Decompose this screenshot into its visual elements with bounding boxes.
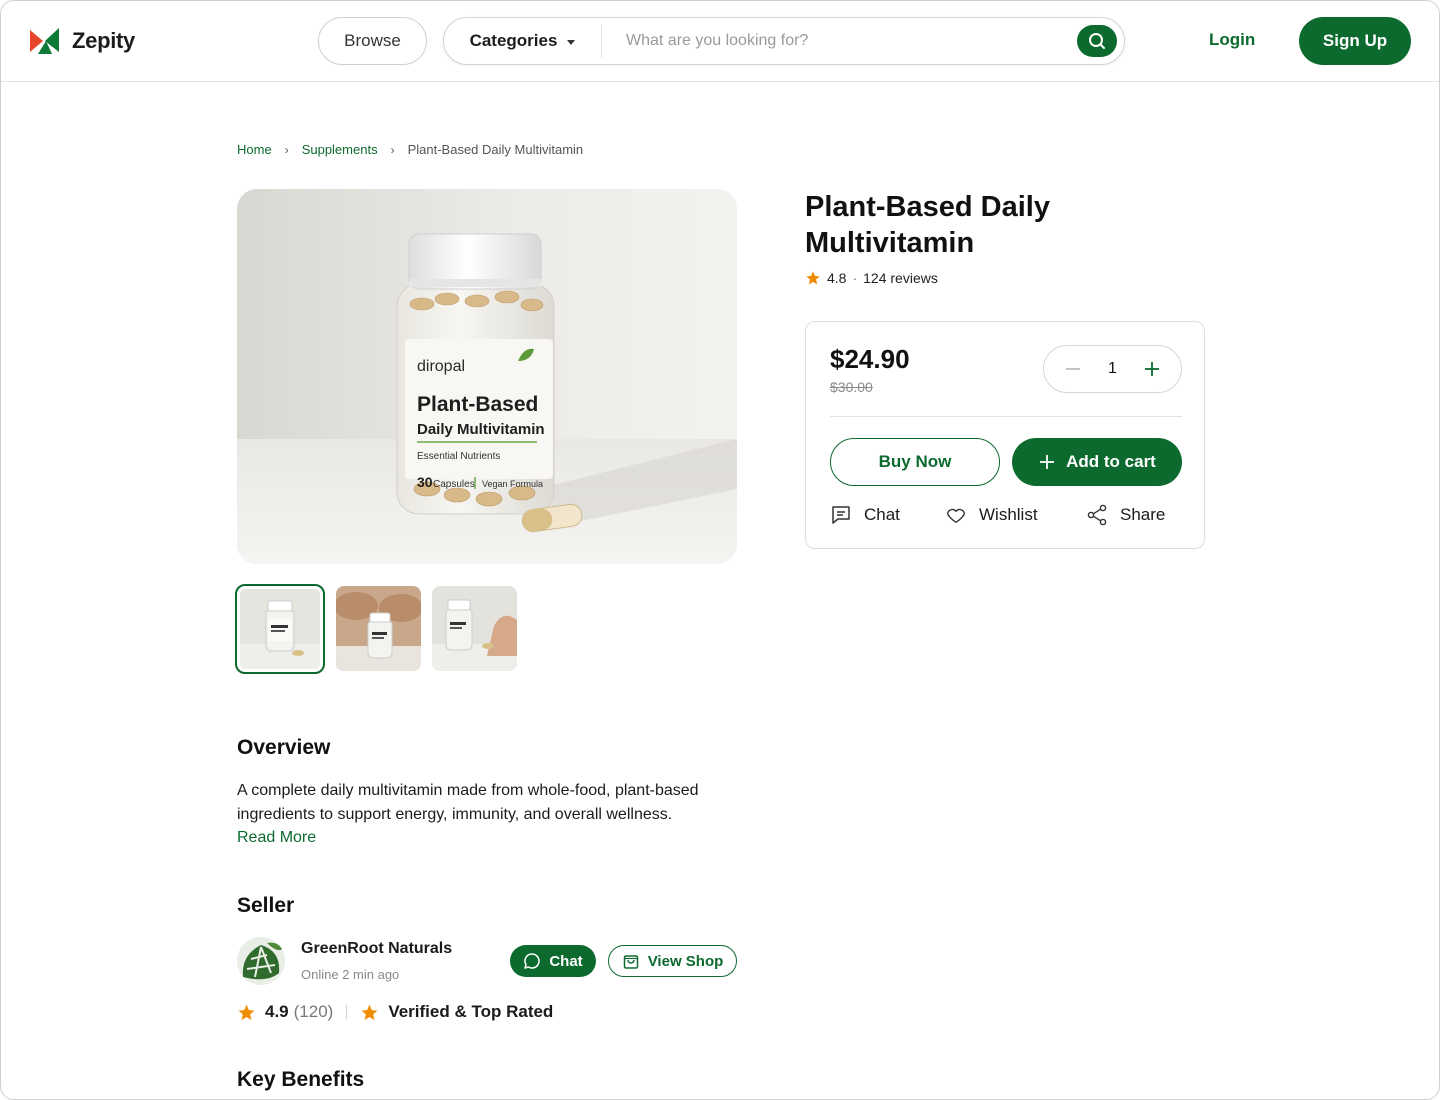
monstera-leaf-icon [237, 937, 285, 985]
minus-icon[interactable] [1064, 360, 1082, 378]
plus-icon [1040, 455, 1055, 469]
thumbnail-image [240, 589, 320, 669]
rating-value: 4.8 [827, 270, 847, 286]
categories-dropdown[interactable]: Categories [444, 18, 601, 64]
view-shop-button[interactable]: View Shop [608, 945, 737, 977]
key-benefits-heading: Key Benefits [237, 1068, 365, 1091]
thumbnail-1[interactable] [235, 584, 325, 674]
buy-now-button[interactable]: Buy Now [830, 438, 1000, 486]
heart-icon [947, 508, 965, 524]
categories-label: Categories [469, 31, 558, 50]
seller-status: Online 2 min ago [301, 967, 400, 982]
thumbnail-2[interactable] [336, 586, 421, 671]
search-divider [601, 24, 602, 58]
chat-label: Chat [864, 505, 900, 524]
share-icon [1087, 504, 1107, 526]
wishlist-button[interactable]: Wishlist [945, 504, 1086, 526]
chat-button[interactable]: Chat [830, 504, 945, 526]
seller-chat-label: Chat [549, 952, 583, 970]
logo-mark-icon [30, 28, 59, 54]
thumbnail-image [432, 586, 517, 671]
search-icon [1089, 33, 1105, 49]
page-frame: Zepity Browse Categories Login Sign Up H… [0, 0, 1440, 1100]
quantity-value[interactable]: 1 [1108, 360, 1117, 378]
thumbnail-3[interactable] [432, 586, 517, 671]
overview-text: A complete daily multivitamin made from … [237, 782, 699, 823]
jar-title-line2: Daily Multivitamin [417, 421, 545, 438]
plus-icon[interactable] [1143, 360, 1161, 378]
seller-avatar[interactable] [237, 937, 285, 985]
product-photo: diropal Plant-Based Daily Multivitamin E… [237, 189, 737, 564]
breadcrumb-category[interactable]: Supplements [302, 142, 378, 157]
login-link[interactable]: Login [1209, 30, 1255, 50]
seller-name[interactable]: GreenRoot Naturals [301, 940, 452, 958]
search-button[interactable] [1077, 25, 1117, 57]
top-nav: Zepity Browse Categories Login Sign Up [1, 1, 1439, 82]
overview-heading: Overview [237, 736, 331, 759]
star-icon [238, 1004, 255, 1020]
brand-logo[interactable]: Zepity [30, 27, 135, 55]
meta-separator [346, 1005, 348, 1019]
original-price: $30.00 [830, 379, 873, 395]
seller-chat-button[interactable]: Chat [510, 945, 596, 977]
jar-brand-text: diropal [417, 358, 465, 375]
seller-meta: 4.9 (120) Verified & Top Rated [237, 1002, 553, 1022]
breadcrumb: Home › Supplements › Plant-Based Daily M… [237, 142, 583, 157]
jar-subtitle: Essential Nutrients [417, 451, 500, 462]
add-to-cart-button[interactable]: Add to cart [1012, 438, 1182, 486]
seller-rating: 4.9 [265, 1002, 289, 1021]
chat-icon [832, 506, 850, 524]
share-label: Share [1120, 505, 1166, 524]
jar-title-line1: Plant-Based [417, 393, 538, 416]
breadcrumb-home[interactable]: Home [237, 142, 272, 157]
shopping-bag-icon [623, 955, 638, 969]
card-divider [830, 416, 1182, 417]
rating-separator: · [852, 270, 858, 286]
quantity-stepper: 1 [1043, 345, 1182, 393]
thumbnail-strip [235, 584, 517, 674]
purchase-card: $24.90 $30.00 1 Buy Now Add to cart Chat… [805, 321, 1205, 549]
view-shop-label: View Shop [647, 952, 724, 970]
review-count[interactable]: 124 reviews [863, 270, 938, 286]
chevron-right-icon: › [284, 142, 289, 157]
brand-name: Zepity [72, 28, 135, 53]
browse-button[interactable]: Browse [318, 17, 427, 65]
search-bar: Categories [443, 17, 1125, 65]
product-rating: 4.8 · 124 reviews [805, 270, 938, 286]
current-price: $24.90 [830, 344, 910, 374]
add-to-cart-label: Add to cart [1066, 452, 1156, 471]
search-input[interactable] [614, 26, 1064, 56]
seller-badge: Verified & Top Rated [388, 1002, 554, 1021]
breadcrumb-current: Plant-Based Daily Multivitamin [407, 142, 584, 157]
star-icon [806, 271, 820, 285]
jar-count-unit: Capsules [433, 479, 475, 490]
jar-count: 30 [417, 474, 433, 490]
product-title: Plant-Based Daily Multivitamin [805, 191, 1050, 259]
signup-button[interactable]: Sign Up [1299, 17, 1411, 65]
product-actions: Chat Wishlist Share [830, 504, 1165, 526]
share-button[interactable]: Share [1086, 504, 1165, 526]
caret-down-icon [567, 39, 576, 45]
star-icon [361, 1004, 378, 1020]
jar-formula: Vegan Formula [482, 479, 543, 489]
read-more-link[interactable]: Read More [237, 829, 316, 847]
seller-rating-count: (120) [293, 1002, 334, 1021]
product-main-image[interactable]: diropal Plant-Based Daily Multivitamin E… [237, 189, 737, 564]
wishlist-label: Wishlist [979, 505, 1038, 524]
chevron-right-icon: › [390, 142, 395, 157]
chat-bubble-icon [524, 953, 541, 969]
thumbnail-image [336, 586, 421, 671]
seller-heading: Seller [237, 894, 295, 917]
